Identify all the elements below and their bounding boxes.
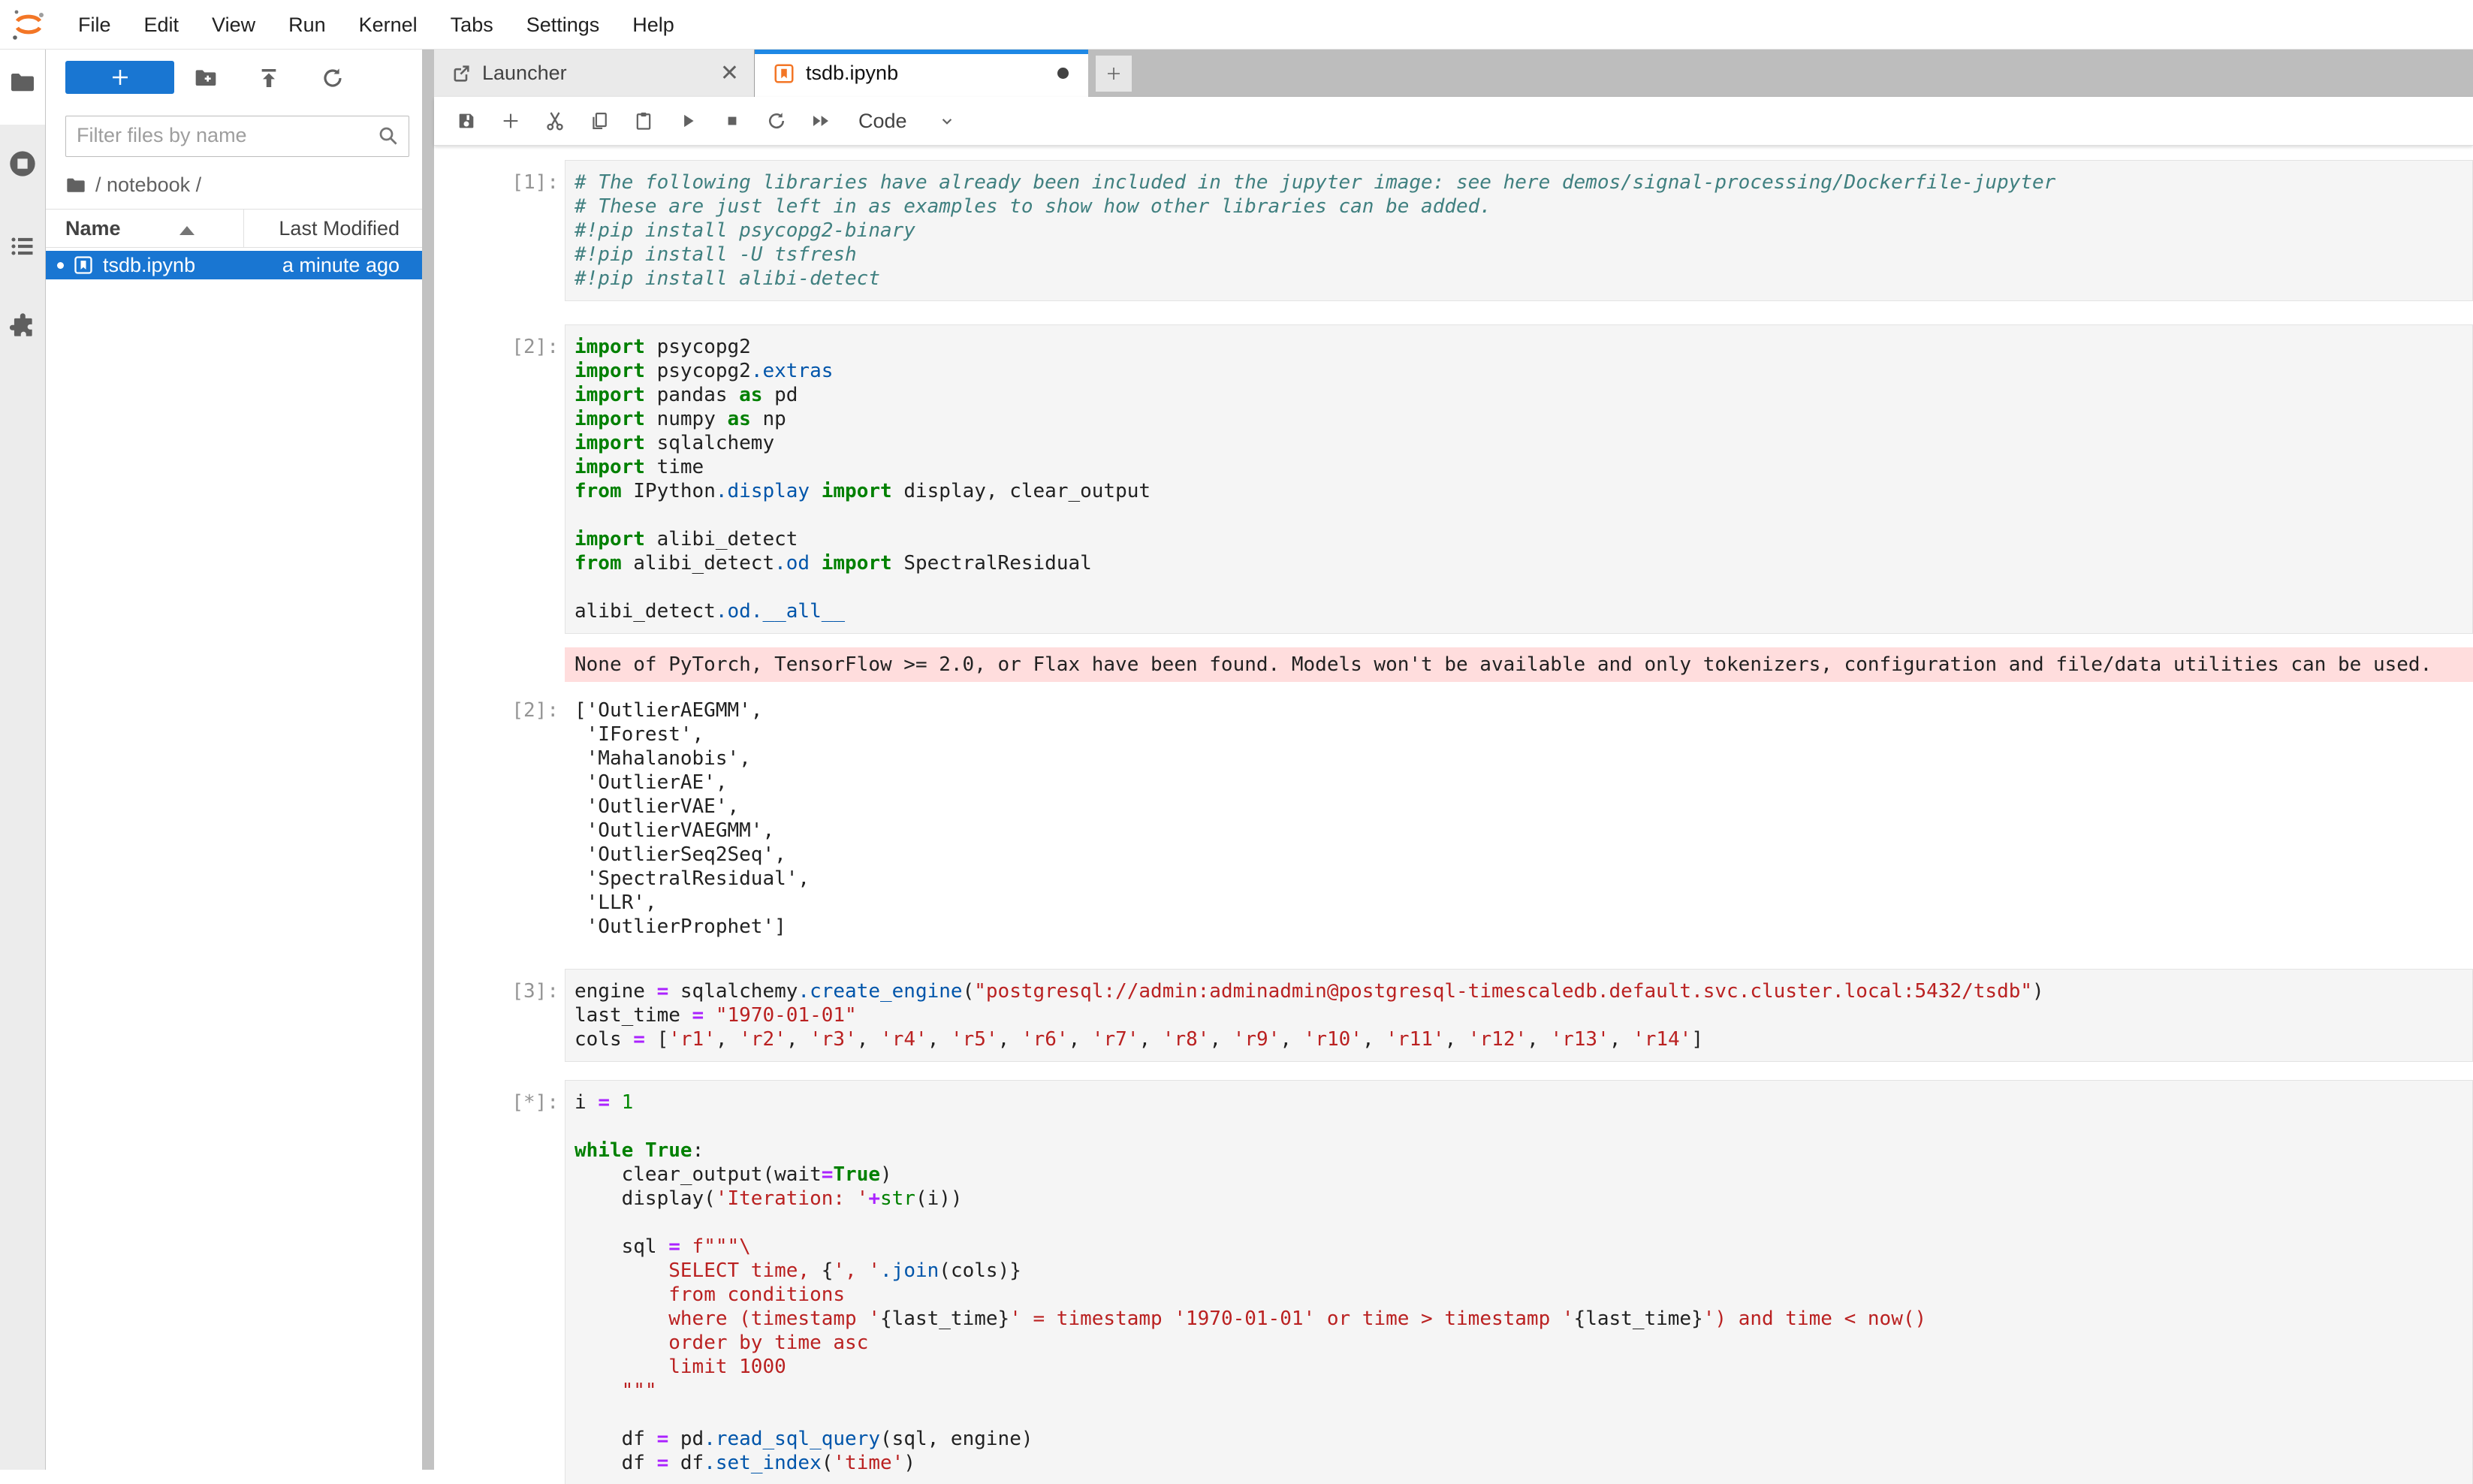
paste-icon [633,110,654,131]
cell-prompt: [1]: [434,160,565,301]
save-button[interactable] [449,104,484,138]
execute-result-output: [2]:['OutlierAEGMM', 'IForest', 'Mahalan… [434,698,2473,939]
cell-prompt: [3]: [434,969,565,1062]
copy-icon [589,110,610,131]
code-cell-1: [1]:# The following libraries have alrea… [434,160,2473,301]
active-tab-indicator [755,50,1088,54]
tab-launcher-label: Launcher [482,62,567,85]
menu-tabs[interactable]: Tabs [434,1,510,49]
insert-cell-button[interactable] [493,104,528,138]
notebook-toolbar: Code [434,97,2473,146]
file-row-selected[interactable]: tsdb.ipynb a minute ago [46,251,422,279]
cell-input-editor[interactable]: engine = sqlalchemy.create_engine("postg… [565,969,2473,1062]
search-icon [377,125,400,147]
new-folder-icon[interactable] [194,66,218,90]
extensions-icon[interactable] [8,312,37,341]
menu-bar: FileEditViewRunKernelTabsSettingsHelp [0,0,2473,50]
column-header-name[interactable]: Name [65,217,121,240]
tab-launcher[interactable]: Launcher ✕ [434,50,755,97]
code-cell-2: [2]:import psycopg2import psycopg2.extra… [434,324,2473,634]
cell-type-dropdown[interactable]: Code [858,110,907,133]
notebook-cells: [1]:# The following libraries have alrea… [434,160,2473,1484]
table-of-contents-icon[interactable] [9,233,36,260]
file-last-modified: a minute ago [282,254,400,277]
cell-prompt: [2]: [434,324,565,634]
launcher-icon [451,63,472,84]
home-folder-icon [65,175,86,196]
menu-view[interactable]: View [195,1,272,49]
cell-execute-result: ['OutlierAEGMM', 'IForest', 'Mahalanobis… [565,698,2473,939]
stderr-output: None of PyTorch, TensorFlow >= 2.0, or F… [434,647,2473,682]
file-name: tsdb.ipynb [103,254,195,277]
plus-icon [109,66,131,89]
menu-help[interactable]: Help [616,1,691,49]
left-sidebar-strip [0,50,46,1470]
notebook-scroll-area[interactable]: [1]:# The following libraries have alrea… [434,146,2473,1484]
cut-cells-button[interactable] [538,104,572,138]
menu-items: FileEditViewRunKernelTabsSettingsHelp [62,1,691,49]
unsaved-changes-dot [1057,68,1069,79]
cell-prompt: [*]: [434,1080,565,1484]
paste-cells-button[interactable] [626,104,661,138]
running-kernels-icon[interactable] [8,149,38,179]
tab-bar: Launcher ✕ tsdb.ipynb [434,50,2473,97]
interrupt-kernel-button[interactable] [715,104,749,138]
fast-forward-icon [810,110,832,132]
notebook-file-icon [73,255,94,276]
file-list-header: Name Last Modified [46,209,422,248]
filter-files-input[interactable] [77,117,369,154]
menu-settings[interactable]: Settings [510,1,617,49]
notebook-icon [773,62,795,85]
copy-cells-button[interactable] [582,104,617,138]
cell-prompt: [2]: [434,698,565,939]
close-tab-icon[interactable]: ✕ [720,60,739,86]
filter-files-box [65,116,409,157]
upload-icon[interactable] [257,66,281,90]
add-cell-icon [500,110,521,131]
menu-edit[interactable]: Edit [128,1,196,49]
restart-icon [766,110,787,131]
main-dock-area: Launcher ✕ tsdb.ipynb [434,50,2473,1470]
chevron-down-icon[interactable] [937,111,957,131]
running-indicator-dot [57,262,64,269]
save-icon [456,110,477,131]
tab-tsdb-notebook[interactable]: tsdb.ipynb [755,50,1088,97]
cut-icon [544,110,566,132]
restart-run-all-button[interactable] [804,104,838,138]
menu-kernel[interactable]: Kernel [342,1,434,49]
stop-icon [722,111,742,131]
cell-prompt [434,647,565,682]
menu-file[interactable]: File [62,1,128,49]
run-icon [678,111,698,131]
new-tab-button[interactable] [1096,56,1132,92]
panel-splitter[interactable] [422,50,434,1470]
column-divider [243,210,244,247]
breadcrumb[interactable]: / notebook / [65,173,201,197]
tab-tsdb-label: tsdb.ipynb [806,62,898,85]
cell-stderr-output: None of PyTorch, TensorFlow >= 2.0, or F… [565,647,2473,682]
column-header-last-modified[interactable]: Last Modified [279,217,400,240]
file-browser-panel: / notebook / Name Last Modified tsdb.ipy… [46,50,422,1470]
run-cell-button[interactable] [671,104,705,138]
new-launcher-button[interactable] [65,61,174,94]
sort-ascending-icon [179,226,195,235]
code-cell-3: [3]:engine = sqlalchemy.create_engine("p… [434,969,2473,1062]
cell-input-editor[interactable]: i = 1 while True: clear_output(wait=True… [565,1080,2473,1484]
restart-kernel-button[interactable] [759,104,794,138]
breadcrumb-path: / notebook / [95,173,201,197]
menu-run[interactable]: Run [272,1,342,49]
code-cell-4: [*]:i = 1 while True: clear_output(wait=… [434,1080,2473,1484]
folder-icon[interactable] [9,69,36,96]
refresh-icon[interactable] [321,66,345,90]
jupyter-logo [11,7,47,43]
cell-input-editor[interactable]: import psycopg2import psycopg2.extrasimp… [565,324,2473,634]
plus-icon [1105,65,1123,83]
cell-input-editor[interactable]: # The following libraries have already b… [565,160,2473,301]
